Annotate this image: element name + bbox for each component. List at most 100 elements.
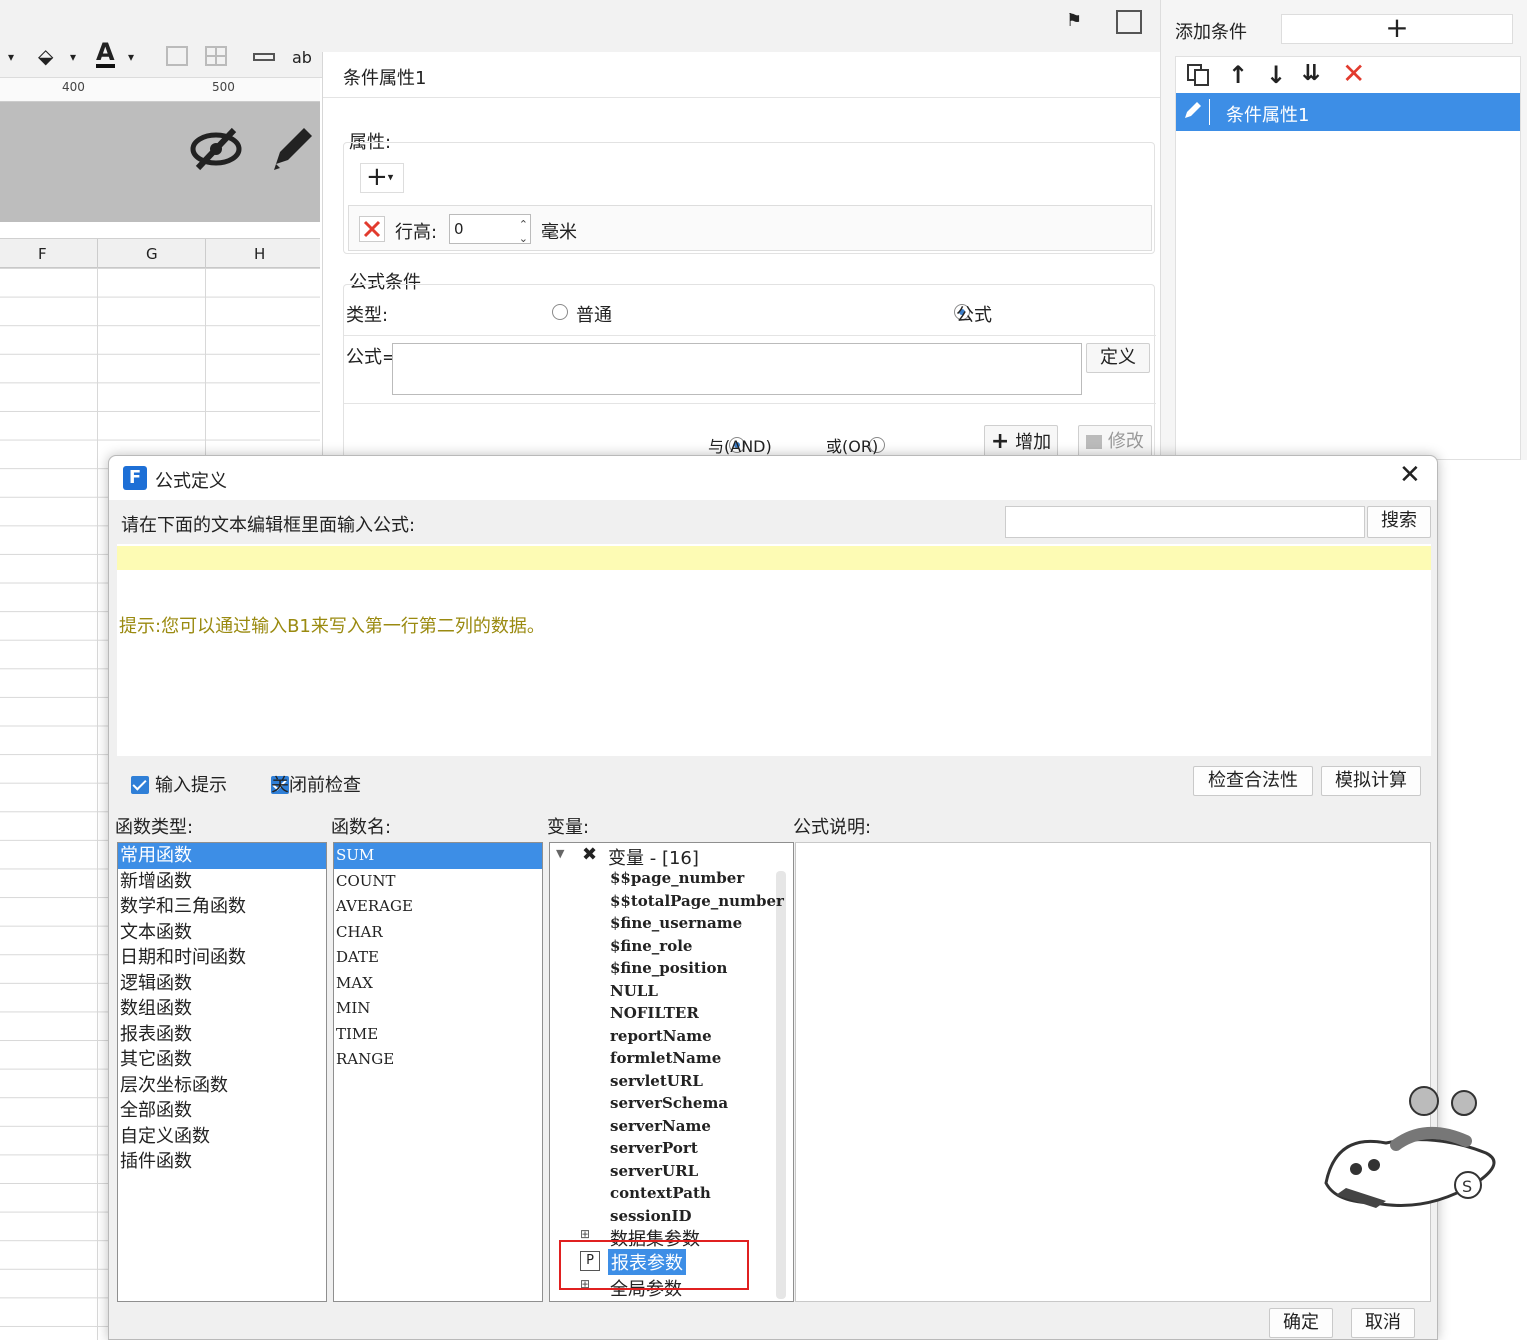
function-name-item[interactable]: MAX — [334, 971, 542, 997]
function-type-item[interactable]: 自定义函数 — [118, 1124, 326, 1150]
variable-item[interactable]: sessionID — [550, 1205, 776, 1228]
variable-item[interactable]: contextPath — [550, 1182, 776, 1205]
spinner-down-icon[interactable]: ⌄ — [519, 225, 528, 253]
function-name-item[interactable]: MIN — [334, 996, 542, 1022]
description-label: 公式说明: — [793, 817, 872, 838]
function-type-item[interactable]: 层次坐标函数 — [118, 1073, 326, 1099]
add-property-button[interactable]: +▾ — [360, 163, 404, 193]
check-validity-button[interactable]: 检查合法性 — [1193, 766, 1313, 796]
function-name-item[interactable]: RANGE — [334, 1047, 542, 1073]
copy-icon[interactable] — [1186, 63, 1212, 87]
variable-item[interactable]: NULL — [550, 980, 776, 1003]
editor-current-line[interactable] — [117, 546, 1431, 570]
function-name-list[interactable]: SUM COUNT AVERAGE CHAR DATE MAX MIN TIME RANGE — [333, 842, 543, 1302]
merge-icon[interactable] — [253, 53, 275, 61]
function-type-item[interactable]: 数学和三角函数 — [118, 894, 326, 920]
simulate-button[interactable]: 模拟计算 — [1321, 766, 1421, 796]
logic-and-label[interactable]: 与(AND) — [708, 433, 772, 457]
dropdown-arrow-icon[interactable]: ▾ — [70, 50, 76, 64]
function-type-item[interactable]: 常用函数 — [118, 843, 326, 869]
variable-item[interactable]: serverName — [550, 1115, 776, 1138]
define-button[interactable]: 定义 — [1086, 343, 1150, 373]
variable-item[interactable]: serverURL — [550, 1160, 776, 1183]
pencil-icon[interactable] — [268, 122, 318, 172]
flag-icon[interactable]: ⚑ — [1066, 10, 1082, 31]
function-name-item[interactable]: AVERAGE — [334, 894, 542, 920]
font-color-icon[interactable]: A — [96, 40, 115, 68]
panel-header: 条件属性1 — [323, 52, 1175, 98]
collapse-arrow-icon[interactable]: ▼ — [556, 847, 564, 860]
type-normal-label[interactable]: 普通 — [576, 301, 612, 327]
dropdown-arrow-icon[interactable]: ▾ — [8, 50, 14, 64]
type-formula-label[interactable]: 公式 — [956, 301, 992, 327]
function-type-item[interactable]: 报表函数 — [118, 1022, 326, 1048]
variable-tree[interactable]: ▼ ✖ 变量 - [16] $$page_number $$totalPage_n… — [549, 842, 794, 1302]
dropdown-arrow-icon[interactable]: ▾ — [128, 50, 134, 64]
variable-item[interactable]: reportName — [550, 1025, 776, 1048]
formula-input[interactable] — [392, 343, 1082, 395]
variable-item[interactable]: $$page_number — [550, 867, 776, 890]
condition-item[interactable]: 条件属性1 — [1176, 93, 1520, 131]
column-label[interactable]: G — [146, 245, 158, 263]
border-icon[interactable] — [166, 46, 188, 66]
scrollbar[interactable] — [776, 871, 786, 1299]
variable-item[interactable]: NOFILTER — [550, 1002, 776, 1025]
move-up-icon[interactable]: ↑ — [1228, 61, 1248, 89]
function-name-item[interactable]: SUM — [334, 843, 542, 869]
input-hint-label[interactable]: 输入提示 — [155, 771, 227, 797]
variable-item[interactable]: $$totalPage_number — [550, 890, 784, 913]
variable-item[interactable]: $fine_position — [550, 957, 776, 980]
variable-item[interactable]: servletURL — [550, 1070, 776, 1093]
logic-or-label[interactable]: 或(OR) — [826, 433, 878, 457]
row-height-spinner[interactable]: 0 ⌃ ⌄ — [449, 214, 531, 245]
grid-border-icon[interactable] — [205, 46, 227, 66]
function-name-item[interactable]: DATE — [334, 945, 542, 971]
panel-title: 条件属性1 — [343, 68, 427, 89]
dialog-title: 公式定义 — [155, 471, 227, 492]
column-label[interactable]: H — [254, 245, 265, 263]
modify-button[interactable]: 修改 — [1078, 425, 1152, 459]
pencil-icon — [1182, 99, 1210, 125]
function-type-item[interactable]: 新增函数 — [118, 869, 326, 895]
function-type-item[interactable]: 数组函数 — [118, 996, 326, 1022]
text-icon[interactable]: ab — [292, 48, 312, 67]
type-normal-radio[interactable] — [552, 304, 568, 320]
add-button[interactable]: + 增加 — [984, 425, 1058, 459]
function-type-item[interactable]: 日期和时间函数 — [118, 945, 326, 971]
function-type-item[interactable]: 其它函数 — [118, 1047, 326, 1073]
layout-icon[interactable] — [1116, 10, 1142, 34]
function-name-item[interactable]: CHAR — [334, 920, 542, 946]
add-button-label: 增加 — [1015, 432, 1052, 453]
variable-item[interactable]: $fine_role — [550, 935, 776, 958]
eye-slash-icon[interactable] — [190, 126, 242, 172]
input-hint-checkbox[interactable] — [131, 776, 149, 794]
cancel-button[interactable]: 取消 — [1351, 1308, 1415, 1338]
variable-item[interactable]: formletName — [550, 1047, 776, 1070]
add-condition-button[interactable]: + — [1281, 14, 1513, 44]
variable-item[interactable]: $fine_username — [550, 912, 776, 935]
function-name-item[interactable]: COUNT — [334, 869, 542, 895]
delete-icon[interactable] — [359, 216, 385, 242]
formula-editor[interactable]: 提示:您可以通过输入B1来写入第一行第二列的数据。 — [117, 544, 1431, 756]
search-button[interactable]: 搜索 — [1367, 506, 1431, 538]
variable-item[interactable]: serverSchema — [550, 1092, 776, 1115]
move-bottom-icon[interactable]: ⇊ — [1302, 61, 1320, 86]
move-down-icon[interactable]: ↓ — [1266, 61, 1286, 89]
condition-list: ↑ ↓ ⇊ ✕ 条件属性1 — [1175, 56, 1521, 460]
delete-condition-icon[interactable]: ✕ — [1342, 57, 1365, 90]
function-name-item[interactable]: TIME — [334, 1022, 542, 1048]
function-type-item[interactable]: 全部函数 — [118, 1098, 326, 1124]
close-icon[interactable]: ✕ — [1399, 460, 1421, 490]
fill-color-icon[interactable]: ⬙ — [38, 44, 53, 68]
function-type-item[interactable]: 逻辑函数 — [118, 971, 326, 997]
function-type-item[interactable]: 文本函数 — [118, 920, 326, 946]
search-input[interactable] — [1005, 506, 1365, 538]
column-label[interactable]: F — [38, 245, 47, 263]
check-before-close-label[interactable]: 关闭前检查 — [271, 771, 361, 797]
divider — [344, 403, 1156, 404]
ok-button[interactable]: 确定 — [1269, 1308, 1333, 1338]
function-type-list[interactable]: 常用函数 新增函数 数学和三角函数 文本函数 日期和时间函数 逻辑函数 数组函数 报表函数 其它… — [117, 842, 327, 1302]
variable-item[interactable]: serverPort — [550, 1137, 776, 1160]
row-height-value[interactable]: 0 — [454, 220, 464, 238]
function-type-item[interactable]: 插件函数 — [118, 1149, 326, 1175]
